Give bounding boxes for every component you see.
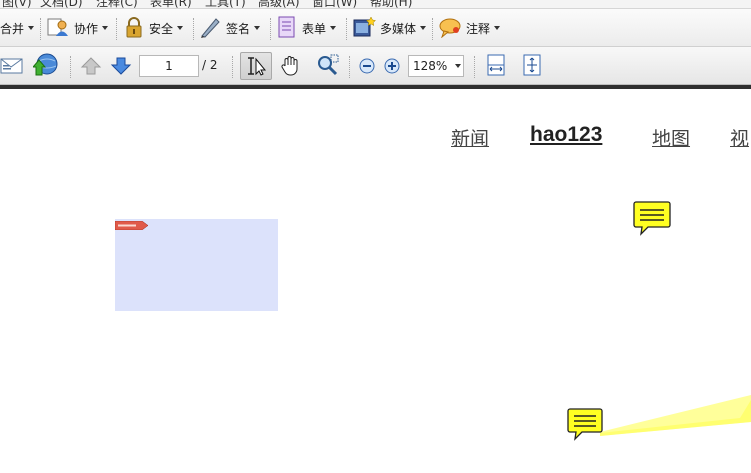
previous-page-button[interactable] xyxy=(80,56,102,78)
page-number-input[interactable] xyxy=(139,55,199,77)
zoom-out-button[interactable] xyxy=(358,56,376,78)
chevron-down-icon[interactable] xyxy=(452,56,463,76)
menu-help[interactable]: 帮助(H) xyxy=(370,0,412,8)
link-news[interactable]: 新闻 xyxy=(451,124,489,151)
fit-page-button[interactable] xyxy=(521,54,543,79)
zoom-level-select[interactable]: 128% xyxy=(408,55,464,77)
chevron-down-icon xyxy=(330,26,337,30)
toolbar-separator xyxy=(349,56,350,78)
multimedia-button[interactable]: 多媒体 xyxy=(352,15,427,41)
chevron-down-icon xyxy=(177,26,184,30)
chevron-down-icon xyxy=(102,26,109,30)
menu-document[interactable]: 文档(D) xyxy=(40,0,83,8)
sign-label: 签名 xyxy=(226,21,251,36)
chevron-down-icon xyxy=(28,26,35,30)
form-icon xyxy=(276,16,298,41)
collaborate-icon xyxy=(46,16,70,41)
zoom-level-value: 128% xyxy=(413,59,448,73)
multimedia-label: 多媒体 xyxy=(380,21,417,36)
comment-cloud-icon xyxy=(438,16,462,41)
toolbar-separator xyxy=(432,18,433,40)
chevron-down-icon xyxy=(494,26,501,30)
select-text-tool[interactable] xyxy=(246,56,268,78)
magnifier-icon xyxy=(316,54,340,79)
collaborate-button[interactable]: 协作 xyxy=(46,16,109,41)
fit-page-icon xyxy=(521,54,543,79)
menu-advanced[interactable]: 高级(A) xyxy=(258,0,300,8)
navigation-toolbar: / 2 128% xyxy=(0,47,751,85)
comment-label: 注释 xyxy=(466,21,491,36)
security-label: 安全 xyxy=(149,21,174,36)
menu-bar: 图(V) 文档(D) 注释(C) 表单(R) 工具(T) 高级(A) 窗口(W)… xyxy=(0,0,751,9)
rectangle-annotation[interactable] xyxy=(115,219,278,311)
toolbar-separator xyxy=(346,18,347,40)
security-button[interactable]: 安全 xyxy=(123,16,184,41)
link-hao123[interactable]: hao123 xyxy=(530,123,602,147)
annotation-tag-icon xyxy=(114,219,149,231)
email-button[interactable] xyxy=(0,56,24,78)
hand-tool-button[interactable] xyxy=(280,55,302,77)
merge-button[interactable]: 合并 xyxy=(0,17,35,39)
next-page-button[interactable] xyxy=(110,56,132,78)
zoom-in-button[interactable] xyxy=(383,56,401,78)
toolbar-separator xyxy=(70,56,71,78)
toolbar-separator xyxy=(474,56,475,78)
forms-label: 表单 xyxy=(302,21,327,36)
toolbar-separator xyxy=(232,56,233,78)
zoom-tool-button[interactable] xyxy=(316,54,340,79)
menu-comments[interactable]: 注释(C) xyxy=(96,0,138,8)
arrow-up-icon xyxy=(80,56,102,79)
arrow-down-icon xyxy=(110,56,132,79)
toolbar-separator xyxy=(116,18,117,40)
toolbar-separator xyxy=(193,18,194,40)
tasks-toolbar: 合并 协作 安全 签名 表单 多媒体 注释 xyxy=(0,9,751,47)
comment-button[interactable]: 注释 xyxy=(438,16,501,41)
page-total-label: / 2 xyxy=(202,58,218,72)
forms-button[interactable]: 表单 xyxy=(276,16,337,41)
film-icon xyxy=(352,15,377,41)
menu-tools[interactable]: 工具(T) xyxy=(205,0,246,8)
zoom-out-icon xyxy=(358,57,376,78)
pen-icon xyxy=(198,16,222,41)
menu-window[interactable]: 窗口(W) xyxy=(312,0,357,8)
merge-label: 合并 xyxy=(0,21,25,36)
globe-upload-icon xyxy=(31,53,59,80)
chevron-down-icon xyxy=(420,26,427,30)
sticky-note-icon[interactable] xyxy=(567,408,605,444)
toolbar-separator xyxy=(270,18,271,40)
email-icon xyxy=(0,56,24,79)
chevron-down-icon xyxy=(254,26,261,30)
collaborate-label: 协作 xyxy=(74,21,99,36)
sticky-note-icon[interactable] xyxy=(633,201,671,237)
toolbar-bottom-border xyxy=(0,85,751,89)
menu-view[interactable]: 图(V) xyxy=(2,0,32,8)
sign-button[interactable]: 签名 xyxy=(198,16,261,41)
link-map[interactable]: 地图 xyxy=(652,124,690,151)
toolbar-separator xyxy=(40,18,41,40)
web-upload-button[interactable] xyxy=(31,53,59,80)
fit-width-icon xyxy=(485,54,507,79)
lock-icon xyxy=(123,16,145,41)
link-video[interactable]: 视 xyxy=(730,124,749,151)
zoom-in-icon xyxy=(383,57,401,78)
hand-icon xyxy=(280,54,302,79)
menu-forms[interactable]: 表单(R) xyxy=(150,0,192,8)
text-select-cursor-icon xyxy=(246,56,268,79)
fit-width-button[interactable] xyxy=(485,54,507,79)
